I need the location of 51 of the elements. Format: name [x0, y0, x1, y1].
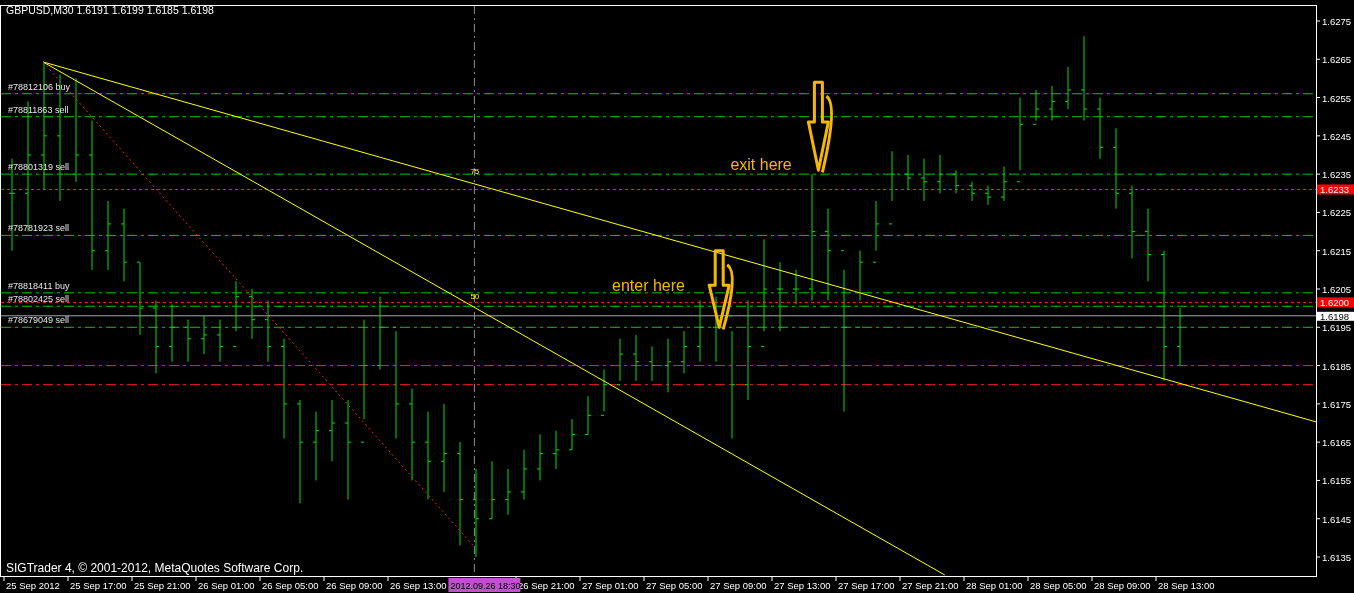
price-axis-label: 1.6215 — [1322, 245, 1352, 257]
time-axis-label: 27 Sep 05:00 — [646, 580, 703, 591]
price-axis-label: 1.6235 — [1322, 169, 1352, 181]
time-axis-label: 26 Sep 05:00 — [262, 580, 319, 591]
price-axis-label: 1.6185 — [1322, 360, 1352, 372]
time-axis-label: 28 Sep 09:00 — [1094, 580, 1151, 591]
price-axis-label: 1.6165 — [1322, 437, 1352, 449]
fibonacci-level-label: 75 — [470, 167, 480, 177]
chart-title: GBPUSD,M30 1.6191 1.6199 1.6185 1.6198 — [6, 4, 214, 16]
price-axis-label: 1.6245 — [1322, 130, 1352, 142]
time-axis-label: 26 Sep 13:00 — [390, 580, 447, 591]
order-label: #78818411 buy — [8, 280, 70, 291]
time-axis-label: 25 Sep 17:00 — [70, 580, 127, 591]
price-axis-label: 1.6255 — [1322, 92, 1352, 104]
time-axis-label: 27 Sep 17:00 — [838, 580, 895, 591]
order-label: #78679049 sell — [8, 315, 70, 326]
price-axis-label: 1.6135 — [1322, 552, 1352, 563]
time-axis-label: 28 Sep 01:00 — [966, 580, 1023, 591]
order-label: #78781923 sell — [8, 223, 70, 234]
price-axis-label: 1.6145 — [1322, 513, 1352, 525]
crosshair-time-label: 2012.09.26 18:30 — [448, 578, 521, 592]
time-axis-label: 28 Sep 13:00 — [1158, 580, 1215, 591]
time-axis-label: 25 Sep 2012 — [6, 580, 60, 591]
price-axis-label: 1.6155 — [1322, 475, 1352, 487]
time-axis-label: 27 Sep 13:00 — [774, 580, 831, 591]
copyright-text: SIGTrader 4, © 2001-2012, MetaQuotes Software Corp. — [6, 561, 304, 575]
price-axis-label: 1.6195 — [1322, 322, 1352, 334]
price-axis-label: 1.6175 — [1322, 398, 1352, 410]
time-axis-label: 27 Sep 21:00 — [902, 580, 959, 591]
annotation-text: exit here — [730, 156, 792, 174]
order-label: #78811863 sell — [8, 104, 69, 115]
time-axis-label: 28 Sep 05:00 — [1030, 580, 1087, 591]
price-axis-label: 1.6225 — [1322, 207, 1352, 219]
order-label: #78802425 sell — [8, 294, 70, 305]
price-tag: 1.6233 — [1317, 184, 1354, 196]
order-label: #78812106 buy — [8, 81, 71, 92]
order-label: #78801319 sell — [8, 162, 70, 173]
time-axis-label: 26 Sep 09:00 — [326, 580, 383, 591]
time-axis-label: 27 Sep 01:00 — [582, 580, 639, 591]
fibonacci-level-label: 50 — [470, 291, 480, 301]
time-axis-label: 27 Sep 09:00 — [710, 580, 767, 591]
price-tag: 1.6198 — [1317, 310, 1354, 322]
price-tag: 1.6200 — [1317, 297, 1354, 309]
price-axis-label: 1.6205 — [1322, 284, 1352, 295]
time-axis-label: 26 Sep 01:00 — [198, 580, 255, 591]
down-arrow-icon — [806, 80, 833, 173]
down-arrow-icon — [707, 249, 734, 330]
annotation-text: enter here — [612, 276, 685, 294]
price-axis-label: 1.6265 — [1322, 54, 1352, 66]
time-axis-label: 25 Sep 21:00 — [134, 580, 191, 591]
price-axis-label: 1.6275 — [1322, 16, 1352, 27]
